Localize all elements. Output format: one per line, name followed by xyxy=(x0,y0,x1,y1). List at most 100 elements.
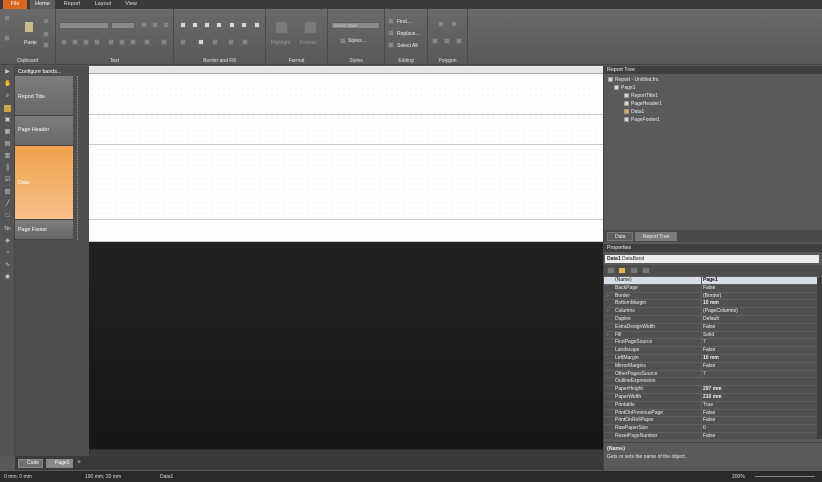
property-row[interactable]: ExtraDesignWidth False xyxy=(604,323,817,332)
property-row[interactable]: PrintOnRollPaper False xyxy=(604,417,817,426)
property-row[interactable]: BackPage False xyxy=(604,284,817,293)
valign-center-icon[interactable] xyxy=(119,39,125,45)
shadow-icon[interactable] xyxy=(254,22,260,28)
property-row[interactable]: › Border (Border) xyxy=(604,292,817,301)
fill-color-icon[interactable] xyxy=(180,39,186,45)
categorized-icon[interactable] xyxy=(607,267,615,274)
tree-node-pagefooter[interactable]: PageFooter1 xyxy=(624,117,660,123)
property-value[interactable]: 210 mm xyxy=(701,394,815,401)
design-surface[interactable] xyxy=(89,66,603,456)
underline-icon[interactable] xyxy=(163,22,169,28)
font-size-combo[interactable] xyxy=(111,22,135,29)
select-all-button[interactable]: Select All xyxy=(397,43,418,49)
line-color-icon[interactable] xyxy=(212,39,218,45)
expand-icon[interactable]: › xyxy=(607,308,609,315)
polygon-move-icon[interactable] xyxy=(451,21,457,27)
highlight-icon[interactable] xyxy=(275,21,288,34)
report-page[interactable] xyxy=(89,74,603,242)
polygon-delete-icon[interactable] xyxy=(456,38,462,44)
align-center-icon[interactable] xyxy=(72,39,78,45)
file-menu[interactable]: File xyxy=(3,0,27,9)
left-line-icon[interactable] xyxy=(204,22,210,28)
valign-top-icon[interactable] xyxy=(108,39,114,45)
picture-icon[interactable]: ▣ xyxy=(4,117,11,124)
copy-icon[interactable] xyxy=(43,31,49,37)
property-scrollbar[interactable] xyxy=(817,277,822,439)
property-value[interactable]: (Border) xyxy=(701,292,815,300)
property-value[interactable]: (PageColumns) xyxy=(701,308,815,316)
property-row[interactable]: PaperHeight 297 mm xyxy=(604,386,817,394)
tab-page1[interactable]: Page1 xyxy=(46,459,73,468)
property-value[interactable]: 7 xyxy=(701,339,815,347)
bottom-line-icon[interactable] xyxy=(192,22,198,28)
highlight-button[interactable]: Highlight xyxy=(271,40,290,46)
top-line-icon[interactable] xyxy=(180,22,186,28)
property-value[interactable]: False xyxy=(701,284,815,292)
paste-button[interactable]: Paste xyxy=(24,40,37,46)
tab-data[interactable]: Data xyxy=(607,232,633,241)
polygon-add-icon[interactable] xyxy=(432,38,438,44)
table-icon[interactable]: ▦ xyxy=(4,129,11,136)
tab-report[interactable]: Report xyxy=(58,0,86,9)
polygon-select-icon[interactable] xyxy=(438,21,444,27)
undo-icon[interactable] xyxy=(4,15,10,21)
property-row[interactable]: OutlineExpression xyxy=(604,378,817,387)
richtext-icon[interactable]: ▧ xyxy=(4,189,11,196)
text-icon[interactable] xyxy=(4,105,11,112)
text-rotation-icon[interactable] xyxy=(161,39,167,45)
report-title-band[interactable] xyxy=(89,74,603,115)
tree-node-data[interactable]: Data1 xyxy=(624,109,644,115)
band-data[interactable]: Data xyxy=(15,146,73,220)
no-lines-icon[interactable] xyxy=(241,22,247,28)
property-value[interactable]: False xyxy=(701,362,815,370)
gauge-icon[interactable]: ◔ xyxy=(4,250,11,257)
tab-report-tree[interactable]: Report Tree xyxy=(635,232,677,241)
find-button[interactable]: Find... xyxy=(397,19,411,25)
zoom-icon[interactable]: ⌕ xyxy=(4,93,11,100)
property-value[interactable]: False xyxy=(701,433,815,439)
property-row[interactable]: MirrorMargins False xyxy=(604,362,817,371)
tab-code[interactable]: Code xyxy=(18,459,43,468)
paste-icon[interactable] xyxy=(24,21,34,33)
checkbox-icon[interactable]: ☑ xyxy=(4,177,11,184)
add-page-icon[interactable]: + xyxy=(77,459,81,466)
expand-icon[interactable]: › xyxy=(607,293,609,300)
page-footer-band[interactable] xyxy=(89,220,603,242)
property-row[interactable]: Printable True xyxy=(604,401,817,410)
property-value[interactable]: True xyxy=(701,401,815,409)
property-row[interactable]: LeftMargin 10 mm xyxy=(604,355,817,363)
format-button[interactable]: Format xyxy=(300,40,316,46)
property-value[interactable]: Solid xyxy=(701,331,815,339)
replace-button[interactable]: Replace... xyxy=(397,31,420,37)
italic-icon[interactable] xyxy=(152,22,158,28)
property-value[interactable]: False xyxy=(701,409,815,417)
property-row[interactable]: Landscape False xyxy=(604,347,817,355)
number-icon[interactable]: № xyxy=(4,226,11,233)
page-header-band[interactable] xyxy=(89,115,603,145)
valign-bottom-icon[interactable] xyxy=(130,39,136,45)
fill-style-icon[interactable] xyxy=(198,39,204,45)
property-row[interactable]: Duplex Default xyxy=(604,316,817,324)
property-value[interactable]: 297 mm xyxy=(701,386,815,394)
property-row[interactable]: (Name) Page1 xyxy=(604,277,817,285)
tab-layout[interactable]: Layout xyxy=(88,0,118,9)
property-value[interactable]: Default xyxy=(701,316,815,323)
style-select[interactable]: Select style xyxy=(331,22,380,29)
property-value[interactable]: 0 xyxy=(701,425,815,433)
property-row[interactable]: BottomMargin 10 mm xyxy=(604,300,817,309)
property-row[interactable]: › Columns (PageColumns) xyxy=(604,308,817,316)
object-selector[interactable]: Data1 DataBand xyxy=(605,255,819,263)
band-page-header[interactable]: Page Header xyxy=(15,116,73,146)
text-color-icon[interactable] xyxy=(144,39,150,45)
expand-icon[interactable]: › xyxy=(607,332,609,339)
justify-icon[interactable] xyxy=(94,39,100,45)
align-right-icon[interactable] xyxy=(83,39,89,45)
line-width-icon[interactable] xyxy=(228,39,234,45)
property-row[interactable]: ResetPageNumber False xyxy=(604,433,817,439)
format-icon[interactable] xyxy=(304,21,317,34)
right-line-icon[interactable] xyxy=(216,22,222,28)
line-style-icon[interactable] xyxy=(242,39,248,45)
hand-icon[interactable]: ✋ xyxy=(4,81,11,88)
property-value[interactable]: False xyxy=(701,417,815,425)
all-lines-icon[interactable] xyxy=(229,22,235,28)
